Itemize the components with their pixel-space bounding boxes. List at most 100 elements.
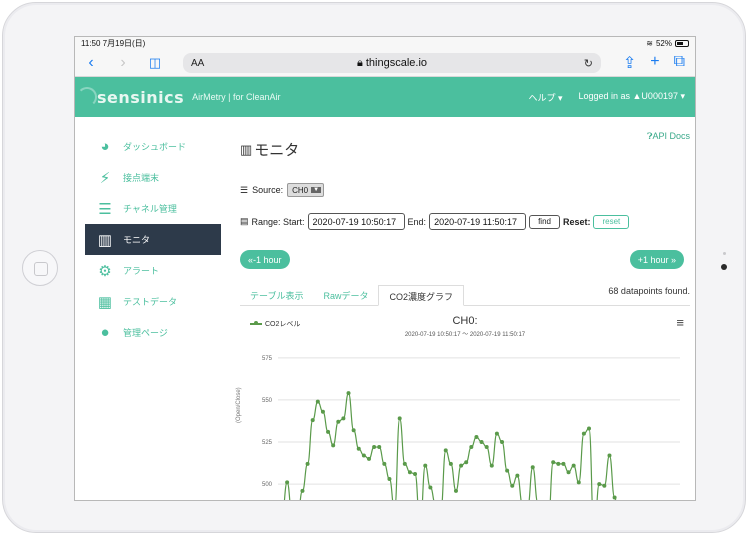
- data-point[interactable]: [300, 488, 305, 493]
- tab-co2-graph[interactable]: CO2濃度グラフ: [378, 285, 464, 306]
- data-point[interactable]: [382, 461, 387, 466]
- data-point[interactable]: [453, 488, 458, 493]
- data-point[interactable]: [331, 443, 336, 448]
- data-point[interactable]: [587, 426, 592, 431]
- data-point[interactable]: [305, 461, 310, 466]
- data-point[interactable]: [285, 480, 290, 485]
- data-point[interactable]: [581, 431, 586, 436]
- data-point[interactable]: [315, 399, 320, 404]
- data-point[interactable]: [351, 428, 356, 433]
- plus-hour-button[interactable]: +1 hour »: [629, 250, 684, 269]
- forward-icon[interactable]: ›: [113, 54, 133, 72]
- data-point[interactable]: [320, 409, 325, 414]
- data-point[interactable]: [448, 461, 453, 466]
- data-point[interactable]: [530, 465, 535, 470]
- sidebar-item-monitor[interactable]: ▥ モニタ: [85, 224, 221, 255]
- reload-icon[interactable]: ↻: [584, 57, 593, 70]
- data-point[interactable]: [387, 477, 392, 482]
- sensor-dot: [723, 252, 726, 255]
- data-point[interactable]: [346, 391, 351, 396]
- app-header: sensinics AirMetry | for CleanAir ヘルプ ▾ …: [75, 77, 695, 117]
- app-subtitle: AirMetry | for CleanAir: [192, 92, 281, 102]
- data-point[interactable]: [397, 416, 402, 421]
- sidebar-item-admin[interactable]: ● 管理ページ: [75, 317, 235, 348]
- source-select[interactable]: CH0 ▼: [287, 183, 325, 197]
- data-point[interactable]: [510, 483, 515, 488]
- data-point[interactable]: [366, 456, 371, 461]
- tab-table[interactable]: テーブル表示: [240, 285, 313, 305]
- data-point[interactable]: [597, 482, 602, 487]
- sidebar-item-dashboard[interactable]: ◕ ダッシュボード: [75, 131, 235, 162]
- sidebar-item-channels[interactable]: ☰ チャネル管理: [75, 193, 235, 224]
- minus-hour-button[interactable]: «-1 hour: [240, 250, 290, 269]
- back-icon[interactable]: ‹: [81, 54, 101, 72]
- y-axis-label: (Open/Close): [236, 387, 242, 423]
- wifi-icon: ≋: [646, 38, 653, 48]
- api-docs-link[interactable]: ❓︎API Docs: [647, 131, 690, 142]
- calendar-icon: ▤: [240, 216, 249, 226]
- help-menu[interactable]: ヘルプ ▾: [528, 91, 562, 104]
- data-point[interactable]: [361, 453, 366, 458]
- data-point[interactable]: [505, 468, 510, 473]
- data-point[interactable]: [326, 429, 331, 434]
- y-tick-label: 525: [262, 440, 273, 446]
- sidebar: ◕ ダッシュボード ⚡︎ 接点端末 ☰ チャネル管理 ▥ モニタ ⚙︎ アラート ▦ テスト…: [75, 117, 235, 348]
- data-point[interactable]: [602, 483, 607, 488]
- page-title: ▥ モニタ: [240, 141, 300, 160]
- user-icon: ●: [100, 324, 110, 341]
- start-input[interactable]: [307, 213, 405, 230]
- data-point[interactable]: [402, 461, 407, 466]
- data-point[interactable]: [341, 416, 346, 421]
- data-point[interactable]: [494, 431, 499, 436]
- data-point[interactable]: [443, 448, 448, 453]
- data-point[interactable]: [464, 460, 469, 465]
- data-point[interactable]: [310, 418, 315, 423]
- data-point[interactable]: [469, 445, 474, 450]
- brand-logo[interactable]: sensinics: [97, 88, 184, 107]
- plug-icon: ⚡︎: [99, 169, 111, 187]
- reset-button[interactable]: reset: [593, 214, 630, 229]
- data-point[interactable]: [372, 445, 377, 450]
- data-point[interactable]: [474, 434, 479, 439]
- data-point[interactable]: [556, 461, 561, 466]
- data-point[interactable]: [336, 419, 341, 424]
- range-row: ▤Range: Start: End: find Reset: reset: [240, 213, 630, 230]
- sidebar-item-alerts[interactable]: ⚙︎ アラート: [75, 255, 235, 286]
- sidebar-item-devices[interactable]: ⚡︎ 接点端末: [75, 162, 235, 193]
- tabs-icon[interactable]: ⧉: [674, 53, 685, 73]
- hamburger-menu-icon[interactable]: ≡: [676, 315, 684, 330]
- user-menu[interactable]: Logged in as ▲U000197 ▾: [578, 91, 685, 104]
- bookmarks-icon[interactable]: ◫: [145, 55, 165, 71]
- tab-raw[interactable]: Rawデータ: [313, 285, 378, 305]
- share-icon[interactable]: ⇪: [623, 53, 636, 73]
- data-point[interactable]: [561, 461, 566, 466]
- data-point[interactable]: [607, 453, 612, 458]
- data-point[interactable]: [571, 463, 576, 468]
- home-button[interactable]: [22, 250, 58, 286]
- data-point[interactable]: [428, 485, 433, 490]
- data-point[interactable]: [500, 440, 505, 444]
- address-bar[interactable]: AA 🔒︎ thingscale.io ↻: [183, 53, 601, 73]
- status-bar: 11:50 7月19日(日) ≋ 52%: [75, 37, 695, 49]
- data-point[interactable]: [356, 446, 361, 451]
- bar-chart-icon: ▥: [97, 231, 113, 249]
- data-point[interactable]: [576, 480, 581, 485]
- data-point[interactable]: [566, 470, 571, 475]
- data-point[interactable]: [423, 463, 428, 468]
- data-point[interactable]: [407, 470, 412, 475]
- data-point[interactable]: [515, 473, 520, 478]
- end-input[interactable]: [429, 213, 527, 230]
- find-button[interactable]: find: [529, 214, 560, 229]
- sidebar-item-testdata[interactable]: ▦ テストデータ: [75, 286, 235, 317]
- data-point[interactable]: [413, 471, 418, 476]
- data-point[interactable]: [484, 445, 489, 450]
- data-point[interactable]: [479, 440, 484, 444]
- data-point[interactable]: [612, 495, 617, 500]
- data-point[interactable]: [459, 463, 464, 468]
- series-line: [283, 392, 617, 500]
- data-point[interactable]: [377, 445, 382, 450]
- data-point[interactable]: [551, 460, 556, 465]
- new-tab-icon[interactable]: +: [650, 53, 659, 73]
- chart-plot-area: 475500525550575: [262, 356, 680, 500]
- data-point[interactable]: [489, 463, 494, 468]
